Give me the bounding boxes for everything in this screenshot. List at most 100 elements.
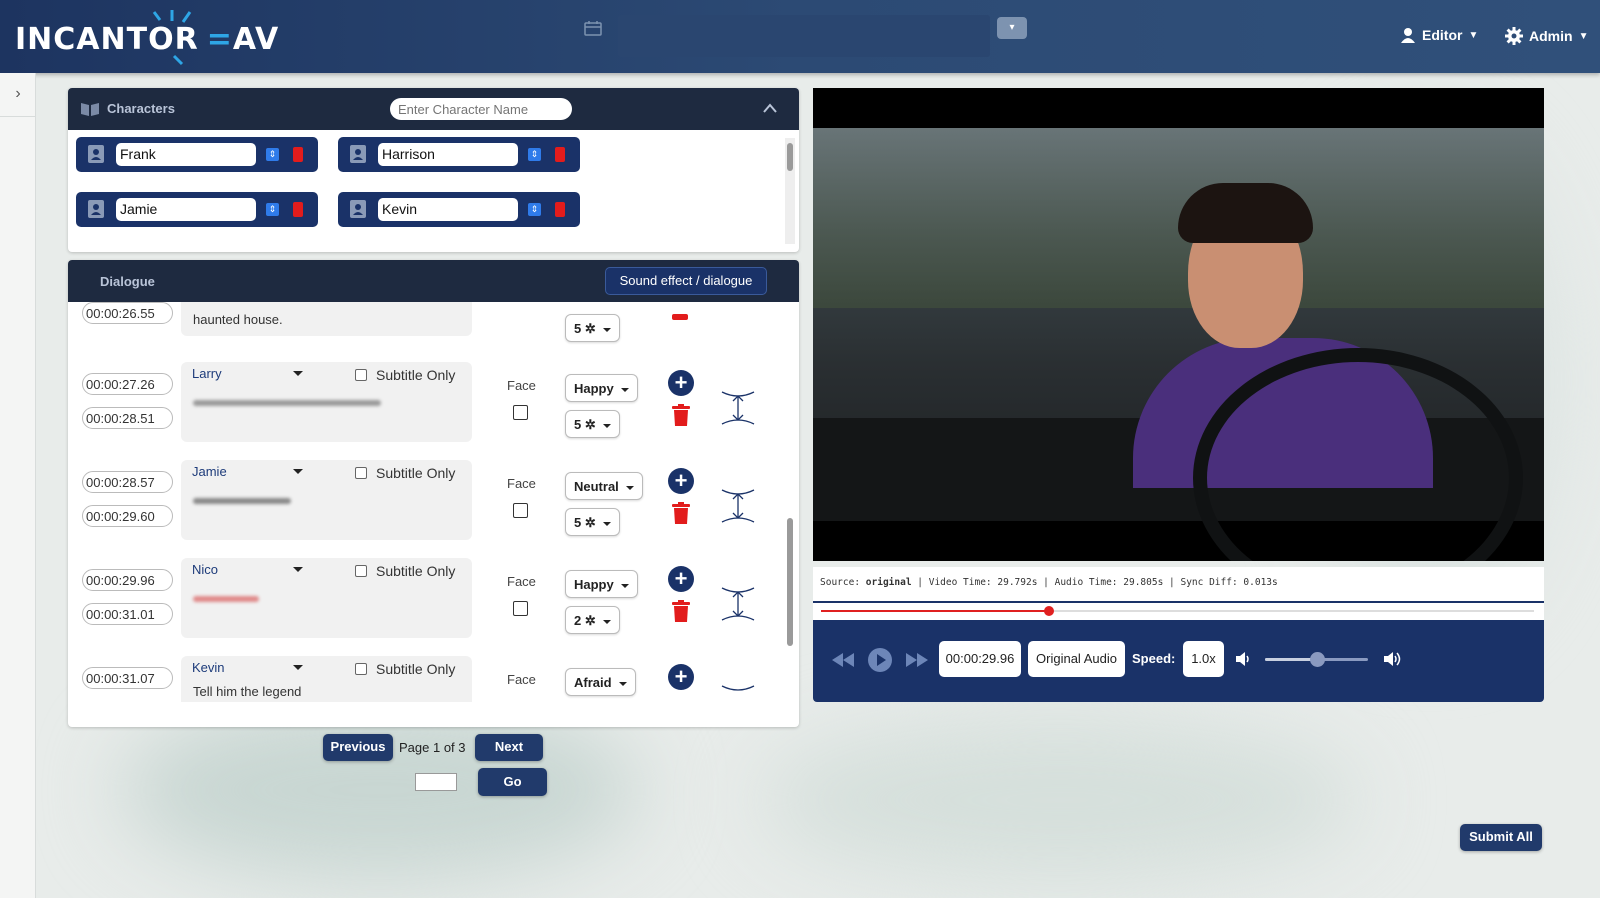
speaker-select[interactable]: Kevin [192, 660, 225, 675]
character-name-field[interactable]: Frank [116, 143, 256, 166]
logo-text-right: AV [232, 22, 280, 57]
top-search-field[interactable] [618, 15, 990, 57]
dialogue-text-blurred[interactable] [193, 596, 259, 602]
collapse-chevron-up-icon[interactable] [763, 103, 777, 113]
rewind-icon[interactable] [831, 652, 855, 668]
dialogue-text[interactable]: Tell him the legend [193, 684, 301, 699]
subtitle-only-checkbox[interactable] [355, 369, 367, 381]
admin-menu[interactable]: Admin ▼ [1505, 27, 1588, 45]
trash-icon[interactable] [672, 502, 690, 524]
emotion-select[interactable]: Happy [565, 570, 638, 598]
chevron-down-icon[interactable] [293, 665, 303, 670]
emotion-select[interactable]: Afraid [565, 668, 636, 696]
submit-all-button[interactable]: Submit All [1460, 824, 1542, 851]
time-end-field[interactable]: 00:00:29.60 [82, 505, 173, 527]
time-start-field[interactable]: 00:00:28.57 [82, 471, 173, 493]
character-name-input[interactable] [390, 98, 572, 120]
delete-icon[interactable] [672, 314, 688, 320]
sidebar-expand-chevron-icon[interactable]: › [0, 73, 36, 117]
video-player[interactable] [813, 88, 1544, 561]
characters-scrollbar[interactable] [785, 138, 795, 244]
move-arrows-icon[interactable]: ⇕ [266, 203, 279, 216]
dialogue-text[interactable]: haunted house. [193, 312, 283, 327]
move-arrows-icon[interactable]: ⇕ [528, 203, 541, 216]
fast-forward-icon[interactable] [905, 652, 929, 668]
play-icon[interactable] [867, 647, 893, 673]
rating-select[interactable]: 5 ✲ [565, 508, 620, 536]
delete-icon[interactable] [555, 202, 565, 217]
subtitle-only-checkbox[interactable] [355, 565, 367, 577]
face-checkbox[interactable] [513, 503, 528, 518]
move-arrows-icon[interactable]: ⇕ [528, 148, 541, 161]
rating-value: 5 [574, 321, 582, 336]
previous-button[interactable]: Previous [323, 734, 393, 761]
speaker-select[interactable]: Nico [192, 562, 218, 577]
character-name-field[interactable]: Jamie [116, 198, 256, 221]
chevron-down-icon[interactable] [293, 567, 303, 572]
add-line-plus-icon[interactable]: + [668, 566, 694, 592]
time-end-field[interactable]: 00:00:28.51 [82, 407, 173, 429]
merge-split-icon[interactable] [720, 586, 756, 622]
trash-icon[interactable] [672, 600, 690, 622]
chevron-down-icon[interactable] [293, 371, 303, 376]
user-icon [1401, 28, 1415, 43]
top-dropdown-button[interactable]: ▾ [997, 17, 1027, 39]
add-line-plus-icon[interactable]: + [668, 664, 694, 690]
go-button[interactable]: Go [478, 768, 547, 796]
speed-select[interactable]: 1.0x [1183, 641, 1224, 677]
move-arrows-icon[interactable]: ⇕ [266, 148, 279, 161]
dialogue-scrollbar[interactable] [785, 308, 795, 702]
rating-select[interactable]: 5 ✲ [565, 410, 620, 438]
page-number-input[interactable] [415, 773, 457, 791]
speaker-select[interactable]: Larry [192, 366, 222, 381]
merge-split-icon[interactable] [720, 684, 756, 702]
add-line-plus-icon[interactable]: + [668, 468, 694, 494]
face-checkbox[interactable] [513, 601, 528, 616]
volume-slider-handle[interactable] [1309, 652, 1325, 667]
merge-split-icon[interactable] [720, 488, 756, 524]
scrollbar-thumb[interactable] [787, 518, 793, 646]
trash-icon[interactable] [672, 404, 690, 426]
subtitle-only-label: Subtitle Only [376, 661, 456, 677]
subtitle-only-checkbox[interactable] [355, 663, 367, 675]
face-checkbox[interactable] [513, 405, 528, 420]
merge-split-icon[interactable] [720, 390, 756, 426]
time-start-field[interactable]: 00:00:31.07 [82, 667, 173, 689]
chevron-down-icon[interactable] [293, 469, 303, 474]
audio-time-label: Audio Time: [1054, 577, 1118, 588]
time-start-field[interactable]: 00:00:26.55 [82, 302, 173, 324]
character-chip[interactable]: Harrison ⇕ [338, 137, 580, 172]
delete-icon[interactable] [555, 147, 565, 162]
emotion-select[interactable]: Happy [565, 374, 638, 402]
seek-bar[interactable] [813, 601, 1544, 620]
time-start-field[interactable]: 00:00:29.96 [82, 569, 173, 591]
rating-select[interactable]: 2 ✲ [565, 606, 620, 634]
next-button[interactable]: Next [475, 734, 543, 761]
delete-icon[interactable] [293, 202, 303, 217]
character-name-field[interactable]: Kevin [378, 198, 518, 221]
volume-low-icon[interactable] [1235, 651, 1251, 667]
dialogue-text-blurred[interactable] [193, 498, 291, 504]
scrollbar-thumb[interactable] [787, 143, 793, 171]
calendar-icon[interactable] [584, 20, 602, 36]
book-icon [81, 103, 99, 116]
time-start-field[interactable]: 00:00:27.26 [82, 373, 173, 395]
emotion-select[interactable]: Neutral [565, 472, 643, 500]
character-chip[interactable]: Jamie ⇕ [76, 192, 318, 227]
subtitle-only-checkbox[interactable] [355, 467, 367, 479]
time-end-field[interactable]: 00:00:31.01 [82, 603, 173, 625]
character-chip[interactable]: Kevin ⇕ [338, 192, 580, 227]
character-chip[interactable]: Frank ⇕ [76, 137, 318, 172]
audio-track-button[interactable]: Original Audio [1028, 641, 1125, 677]
character-name-field[interactable]: Harrison [378, 143, 518, 166]
editor-menu[interactable]: Editor ▼ [1400, 27, 1478, 43]
delete-icon[interactable] [293, 147, 303, 162]
volume-high-icon[interactable] [1383, 651, 1403, 667]
rating-select[interactable]: 5 ✲ [565, 314, 620, 342]
add-line-plus-icon[interactable]: + [668, 370, 694, 396]
star-icon: ✲ [584, 613, 596, 628]
dialogue-text-blurred[interactable] [193, 400, 381, 406]
sound-effect-dialogue-button[interactable]: Sound effect / dialogue [605, 267, 767, 295]
seek-handle[interactable] [1044, 606, 1055, 616]
speaker-select[interactable]: Jamie [192, 464, 227, 479]
